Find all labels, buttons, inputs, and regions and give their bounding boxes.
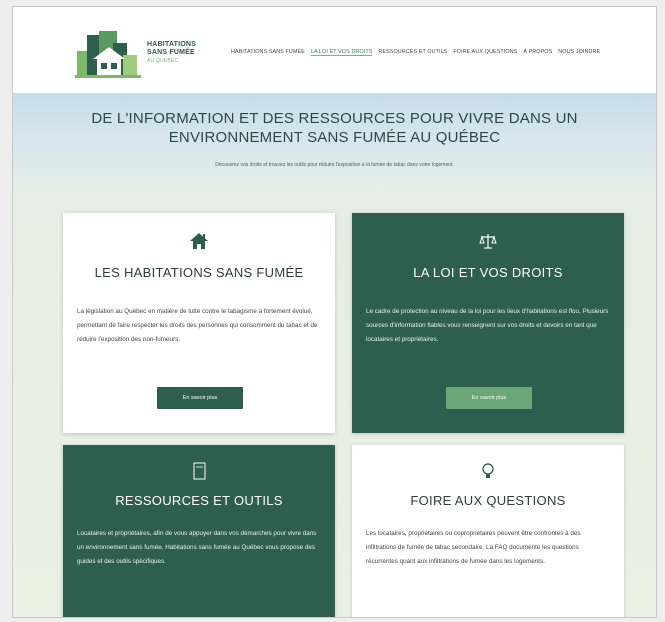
card-text: Le cadre de protection au niveau de la l… xyxy=(366,308,609,343)
card-title: RESSOURCES ET OUTILS xyxy=(115,493,283,508)
card-text: La législation au Québec en matière de l… xyxy=(77,308,318,343)
card-title: LA LOI ET VOS DROITS xyxy=(413,265,563,280)
nav-item-a-propos[interactable]: À PROPOS xyxy=(523,49,552,56)
home-icon xyxy=(190,233,208,249)
logo-line-2: SANS FUMÉE xyxy=(147,49,195,56)
hero-subtitle: Découvrez vos droits et trouvez les outi… xyxy=(215,162,454,168)
card-habitations-sans-fumee: LES HABITATIONS SANS FUMÉE La législatio… xyxy=(63,213,335,433)
site-header: HABITATIONS SANS FUMÉE AU QUÉBEC HABITAT… xyxy=(13,7,656,93)
nav-item-ressources[interactable]: RESSOURCES ET OUTILS xyxy=(378,49,447,56)
card-text: Les locataires, propriétaires ou copropr… xyxy=(366,530,581,565)
browser-page: HABITATIONS SANS FUMÉE AU QUÉBEC HABITAT… xyxy=(12,6,657,618)
logo-line-3: AU QUÉBEC xyxy=(147,58,179,64)
site-logo[interactable]: HABITATIONS SANS FUMÉE AU QUÉBEC xyxy=(75,29,225,79)
logo-wordmark: HABITATIONS SANS FUMÉE AU QUÉBEC xyxy=(147,41,227,65)
nav-item-nous-joindre[interactable]: NOUS JOINDRE xyxy=(558,49,600,56)
learn-more-button[interactable]: En savoir plus xyxy=(446,387,532,409)
document-icon xyxy=(193,462,206,480)
logo-buildings-icon xyxy=(75,31,141,78)
main-navigation: HABITATIONS SANS FUMÉE LA LOI ET VOS DRO… xyxy=(231,49,600,56)
card-ressources-et-outils: RESSOURCES ET OUTILS Locataires et propr… xyxy=(63,445,335,617)
learn-more-button[interactable]: En savoir plus xyxy=(157,387,243,409)
card-la-loi-et-vos-droits: LA LOI ET VOS DROITS Le cadre de protect… xyxy=(352,213,624,433)
hero-title: DE L'INFORMATION ET DES RESSOURCES POUR … xyxy=(91,110,578,146)
card-foire-aux-questions: FOIRE AUX QUESTIONS Les locataires, prop… xyxy=(352,445,624,617)
hero-banner: DE L'INFORMATION ET DES RESSOURCES POUR … xyxy=(13,93,656,189)
nav-item-la-loi[interactable]: LA LOI ET VOS DROITS xyxy=(310,49,373,56)
logo-line-1: HABITATIONS xyxy=(147,41,196,48)
scale-icon xyxy=(479,234,497,249)
card-title: FOIRE AUX QUESTIONS xyxy=(410,493,566,508)
card-title: LES HABITATIONS SANS FUMÉE xyxy=(94,265,304,280)
card-text: Locataires et propriétaires, afin de vou… xyxy=(77,530,317,565)
nav-item-habitations[interactable]: HABITATIONS SANS FUMÉE xyxy=(231,49,305,56)
nav-item-faq[interactable]: FOIRE AUX QUESTIONS xyxy=(453,49,517,56)
feature-cards: LES HABITATIONS SANS FUMÉE La législatio… xyxy=(13,189,656,617)
lightbulb-icon xyxy=(482,463,494,478)
